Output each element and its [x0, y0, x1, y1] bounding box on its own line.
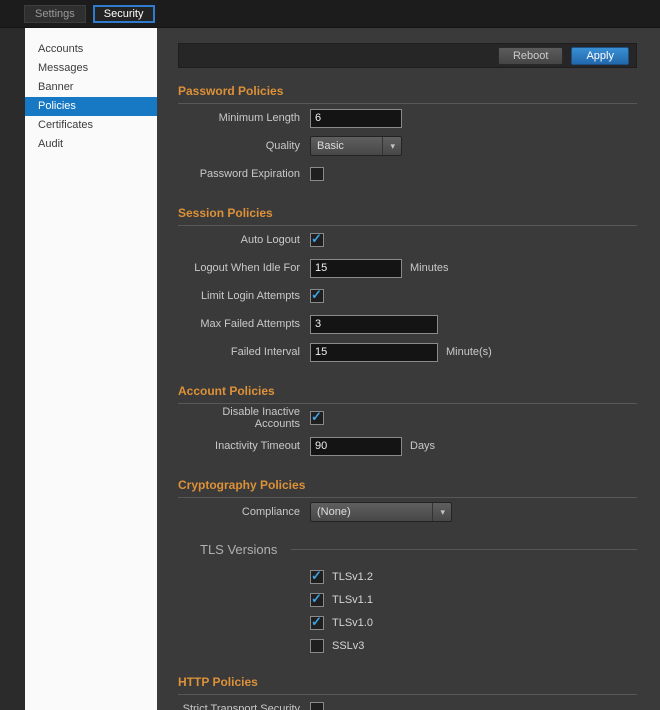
field-auto-logout: Auto Logout: [178, 226, 637, 254]
section-heading-password-policies: Password Policies: [178, 84, 637, 104]
tlsv12-label: TLSv1.2: [332, 571, 373, 583]
field-strict-transport-security: Strict Transport Security: [178, 695, 637, 710]
field-compliance: Compliance (None) ▾: [178, 498, 637, 526]
app-window: Settings Security Accounts Messages Bann…: [0, 0, 660, 710]
sidebar-item-policies[interactable]: Policies: [25, 97, 157, 116]
field-max-failed-attempts: Max Failed Attempts: [178, 310, 637, 338]
quality-select-value: Basic: [317, 140, 344, 152]
sidebar: Accounts Messages Banner Policies Certif…: [25, 28, 157, 710]
sslv3-label: SSLv3: [332, 640, 364, 652]
auto-logout-checkbox[interactable]: [310, 233, 324, 247]
option-tlsv11: TLSv1.1: [310, 588, 637, 611]
section-heading-session-policies: Session Policies: [178, 206, 637, 226]
failed-interval-unit: Minute(s): [446, 346, 492, 358]
limit-login-attempts-checkbox[interactable]: [310, 289, 324, 303]
option-tlsv12: TLSv1.2: [310, 565, 637, 588]
field-limit-login-attempts: Limit Login Attempts: [178, 282, 637, 310]
compliance-select[interactable]: (None) ▾: [310, 502, 452, 522]
quality-select[interactable]: Basic ▾: [310, 136, 402, 156]
field-inactivity-timeout: Inactivity Timeout Days: [178, 432, 637, 460]
section-heading-account-policies: Account Policies: [178, 384, 637, 404]
inactivity-timeout-label: Inactivity Timeout: [178, 440, 300, 452]
disable-inactive-accounts-label: Disable Inactive Accounts: [178, 406, 300, 430]
password-expiration-checkbox[interactable]: [310, 167, 324, 181]
sslv3-checkbox[interactable]: [310, 639, 324, 653]
tab-settings[interactable]: Settings: [24, 5, 86, 23]
tab-security[interactable]: Security: [93, 5, 155, 23]
limit-login-attempts-label: Limit Login Attempts: [178, 290, 300, 302]
minimum-length-input[interactable]: [310, 109, 402, 128]
failed-interval-input[interactable]: [310, 343, 438, 362]
strict-transport-security-checkbox[interactable]: [310, 702, 324, 710]
option-tlsv10: TLSv1.0: [310, 611, 637, 634]
field-disable-inactive-accounts: Disable Inactive Accounts: [178, 404, 637, 432]
tls-versions-title: TLS Versions: [200, 542, 277, 557]
quality-label: Quality: [178, 140, 300, 152]
compliance-label: Compliance: [178, 506, 300, 518]
failed-interval-label: Failed Interval: [178, 346, 300, 358]
minimum-length-label: Minimum Length: [178, 112, 300, 124]
max-failed-attempts-label: Max Failed Attempts: [178, 318, 300, 330]
sidebar-item-banner[interactable]: Banner: [25, 78, 157, 97]
body: Accounts Messages Banner Policies Certif…: [0, 28, 660, 710]
field-quality: Quality Basic ▾: [178, 132, 637, 160]
field-password-expiration: Password Expiration: [178, 160, 637, 188]
password-expiration-label: Password Expiration: [178, 168, 300, 180]
logout-when-idle-input[interactable]: [310, 259, 402, 278]
section-heading-http-policies: HTTP Policies: [178, 675, 637, 695]
sidebar-item-messages[interactable]: Messages: [25, 59, 157, 78]
field-minimum-length: Minimum Length: [178, 104, 637, 132]
subsection-heading-tls-versions: TLS Versions: [200, 542, 637, 557]
auto-logout-label: Auto Logout: [178, 234, 300, 246]
logout-when-idle-label: Logout When Idle For: [178, 262, 300, 274]
left-gutter: [0, 28, 25, 710]
tlsv10-checkbox[interactable]: [310, 616, 324, 630]
disable-inactive-accounts-checkbox[interactable]: [310, 411, 324, 425]
chevron-down-icon: ▾: [432, 503, 445, 521]
main-content: Reboot Apply Password Policies Minimum L…: [157, 28, 660, 710]
logout-when-idle-unit: Minutes: [410, 262, 449, 274]
tlsv11-label: TLSv1.1: [332, 594, 373, 606]
action-toolbar: Reboot Apply: [178, 43, 637, 68]
reboot-button[interactable]: Reboot: [498, 47, 563, 65]
tlsv10-label: TLSv1.0: [332, 617, 373, 629]
sidebar-item-accounts[interactable]: Accounts: [25, 40, 157, 59]
sidebar-item-certificates[interactable]: Certificates: [25, 116, 157, 135]
apply-button[interactable]: Apply: [571, 47, 629, 65]
inactivity-timeout-unit: Days: [410, 440, 435, 452]
strict-transport-security-label: Strict Transport Security: [178, 703, 300, 710]
sidebar-item-audit[interactable]: Audit: [25, 135, 157, 154]
tlsv12-checkbox[interactable]: [310, 570, 324, 584]
top-tab-bar: Settings Security: [0, 0, 660, 28]
field-failed-interval: Failed Interval Minute(s): [178, 338, 637, 366]
tlsv11-checkbox[interactable]: [310, 593, 324, 607]
max-failed-attempts-input[interactable]: [310, 315, 438, 334]
option-sslv3: SSLv3: [310, 634, 637, 657]
section-heading-cryptography-policies: Cryptography Policies: [178, 478, 637, 498]
divider: [291, 549, 637, 550]
chevron-down-icon: ▾: [382, 137, 395, 155]
inactivity-timeout-input[interactable]: [310, 437, 402, 456]
field-logout-when-idle: Logout When Idle For Minutes: [178, 254, 637, 282]
compliance-select-value: (None): [317, 506, 351, 518]
